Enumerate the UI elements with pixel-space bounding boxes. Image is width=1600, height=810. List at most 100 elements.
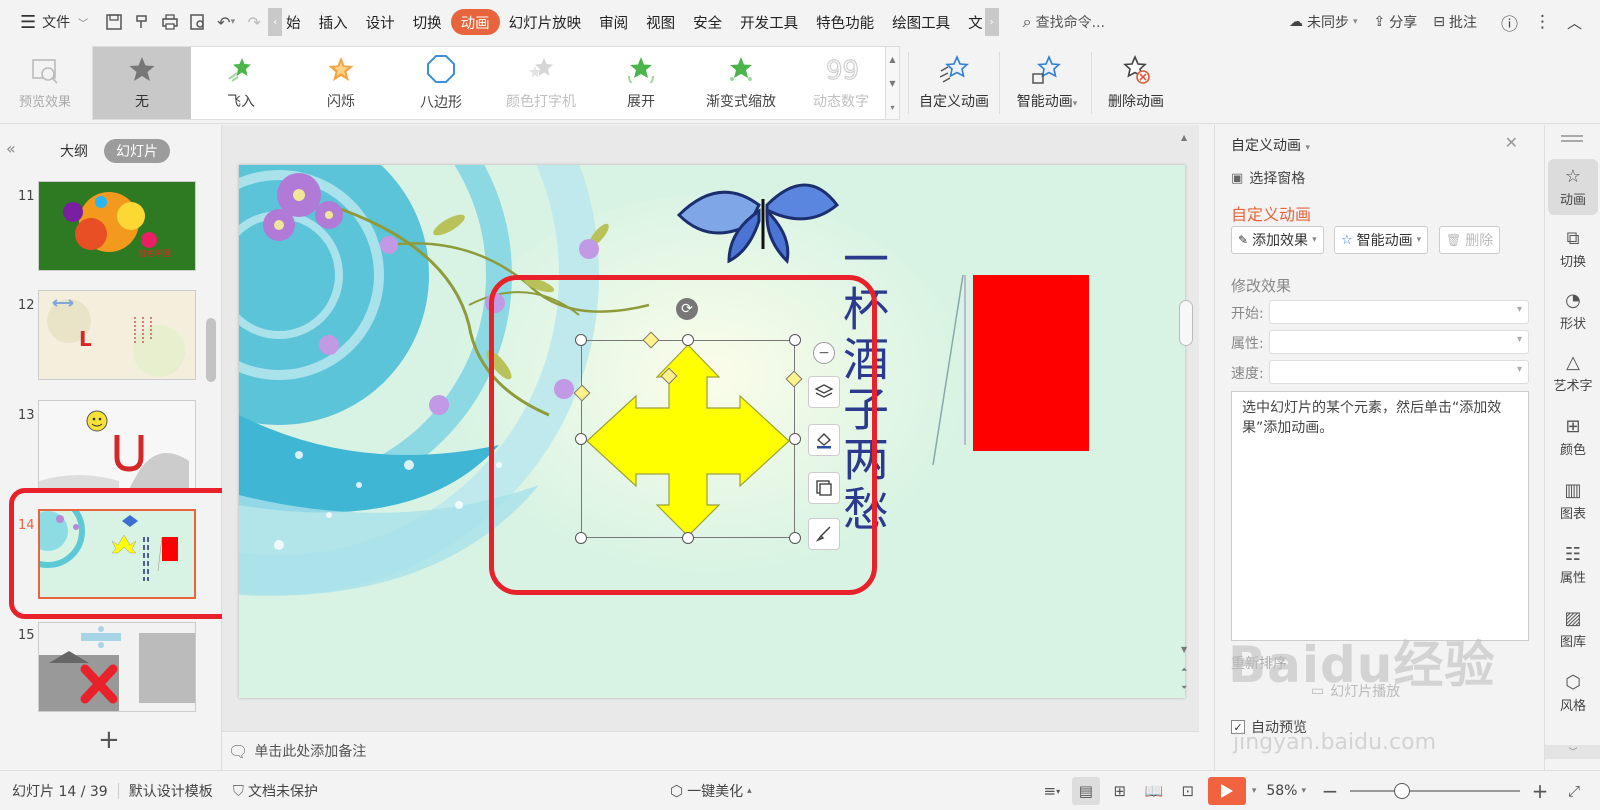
sidebar-item-shape[interactable]: ◔ 形状 — [1548, 283, 1598, 339]
share-icon: ⇪ — [1373, 14, 1386, 30]
selection-pane-link[interactable]: ▣ 选择窗格 — [1231, 168, 1305, 188]
sidebar-item-chart[interactable]: ▥ 图表 — [1548, 473, 1598, 529]
tab-slides[interactable]: 幻灯片 — [104, 139, 170, 163]
tab-transition[interactable]: 切换 — [404, 9, 451, 35]
slide-thumbnail-15[interactable] — [38, 622, 196, 712]
preview-effect-button[interactable]: 预览效果 — [8, 48, 82, 118]
zoom-level[interactable]: 58% ▾ — [1262, 783, 1310, 799]
chevron-down-icon[interactable]: ▾ — [1252, 786, 1257, 796]
tab-scroll-left-icon[interactable]: ‹ — [268, 8, 283, 36]
scroll-down-icon[interactable]: ▼ — [889, 79, 895, 88]
sidebar-item-color[interactable]: ⊞ 颜色 — [1548, 409, 1598, 465]
zoom-slider[interactable] — [1350, 783, 1520, 799]
document-protection[interactable]: ⛉ 文档未保护 — [223, 781, 328, 801]
delete-animation-button[interactable]: 删除动画 — [1094, 48, 1178, 118]
effect-expand[interactable]: 展开 — [591, 47, 691, 119]
sidebar-item-animation[interactable]: ☆ 动画 — [1548, 159, 1598, 215]
slide-sorter-icon[interactable]: ⊞ — [1106, 777, 1134, 805]
tab-animation[interactable]: 动画 — [450, 9, 500, 35]
slide-thumbnail-11[interactable]: 红色中国 — [38, 181, 196, 271]
zoom-in-icon[interactable]: + — [1526, 777, 1554, 805]
tab-slideshow[interactable]: 幻灯片放映 — [500, 9, 591, 35]
tab-outline[interactable]: 大纲 — [48, 139, 100, 163]
start-select[interactable] — [1269, 300, 1529, 324]
notes-toggle-icon[interactable]: ≡ ▾ — [1038, 777, 1066, 805]
normal-view-icon[interactable]: ▤ — [1071, 777, 1100, 805]
sidebar-item-transition[interactable]: ⧉ 切换 — [1548, 221, 1598, 277]
redo-icon[interactable]: ↷ — [240, 7, 268, 37]
undo-icon[interactable]: ↶ ▾ — [212, 7, 240, 37]
scroll-up-icon[interactable]: ▲ — [1181, 133, 1187, 142]
speed-select[interactable] — [1269, 360, 1529, 384]
tab-start[interactable]: 始 — [282, 9, 310, 35]
collapse-ribbon-icon[interactable]: ︿ — [1559, 12, 1590, 33]
reading-view-icon[interactable]: 📖 — [1140, 777, 1168, 805]
play-slideshow-button[interactable] — [1207, 777, 1246, 805]
tab-drawing-tools[interactable]: 绘图工具 — [883, 9, 959, 35]
search-command[interactable]: ⌕ 查找命令... — [1015, 12, 1113, 32]
tab-features[interactable]: 特色功能 — [807, 9, 883, 35]
add-slide-button[interactable]: + — [98, 725, 120, 755]
effect-octagon[interactable]: 八边形 — [391, 47, 491, 119]
sidebar-item-style[interactable]: ⬡ 风格 — [1548, 665, 1598, 721]
effect-gradual-zoom[interactable]: 渐变式缩放 — [691, 47, 791, 119]
smart-animation-dropdown[interactable]: ☆ 智能动画 ▾ — [1334, 226, 1429, 254]
file-menu[interactable]: ☰ 文件 ﹀ — [14, 7, 94, 37]
gallery-scroll[interactable]: ▲ ▼ ▾ — [885, 47, 899, 119]
presenter-view-icon[interactable]: ⊡ — [1174, 777, 1202, 805]
comment-button[interactable]: ⊟ 批注 — [1425, 12, 1485, 32]
tab-insert[interactable]: 插入 — [310, 9, 357, 35]
next-slide-icon[interactable]: ⏷ — [1181, 683, 1187, 693]
custom-animation-button[interactable]: 自定义动画 — [912, 48, 996, 118]
tab-security[interactable]: 安全 — [684, 9, 731, 35]
effect-color-typewriter: 颜色打字机 — [491, 47, 591, 119]
collapse-panel-icon[interactable]: « — [6, 139, 16, 158]
sidebar-scroll-down-icon[interactable]: ﹀ — [1545, 745, 1600, 759]
scroll-thumb[interactable] — [1179, 300, 1193, 346]
sidebar-item-gallery[interactable]: ▨ 图库 — [1548, 601, 1598, 657]
effect-label: 无 — [135, 94, 149, 110]
slide-panel-scrollbar[interactable] — [206, 318, 216, 382]
print-preview-icon[interactable] — [184, 7, 212, 37]
sidebar-item-wordart[interactable]: △ 艺术字 — [1548, 345, 1598, 401]
gallery-expand-icon[interactable]: ▾ — [890, 103, 894, 112]
tab-design[interactable]: 设计 — [357, 9, 404, 35]
notes-bar[interactable]: 🗨 单击此处添加备注 — [222, 731, 1199, 770]
slide-thumbnail-12[interactable]: L — [38, 290, 196, 380]
more-icon[interactable]: ⋮ — [1526, 12, 1559, 32]
tab-view[interactable]: 视图 — [637, 9, 684, 35]
tab-scroll-right-icon[interactable]: › — [984, 8, 999, 36]
scroll-up-icon[interactable]: ▲ — [889, 55, 895, 64]
tab-text[interactable]: 文 — [959, 9, 985, 35]
close-icon[interactable]: ✕ — [1505, 133, 1518, 152]
add-effect-button[interactable]: ✎ 添加效果 ▾ — [1231, 226, 1324, 254]
share-button[interactable]: ⇪ 分享 — [1366, 12, 1426, 32]
zoom-slider-knob[interactable] — [1394, 783, 1410, 799]
prev-slide-icon[interactable]: ⏶ — [1181, 665, 1187, 675]
sync-button[interactable]: ☁ 未同步 ▾ — [1281, 12, 1366, 32]
pane-title[interactable]: 自定义动画 ▾ — [1231, 135, 1310, 155]
zoom-out-icon[interactable]: − — [1316, 777, 1344, 805]
scroll-down-icon[interactable]: ▼ — [1181, 645, 1187, 654]
print-icon[interactable] — [156, 7, 184, 37]
ribbon-divider — [999, 52, 1000, 114]
beautify-button[interactable]: ⬡ 一键美化 ▴ — [660, 781, 762, 801]
sidebar-item-property[interactable]: ☷ 属性 — [1548, 537, 1598, 593]
property-select[interactable] — [1269, 330, 1529, 354]
save-icon[interactable] — [100, 7, 128, 37]
tab-developer[interactable]: 开发工具 — [731, 9, 807, 35]
effect-flash[interactable]: 闪烁 — [291, 47, 391, 119]
fit-window-icon[interactable]: ⤢ — [1560, 777, 1588, 805]
format-painter-icon[interactable] — [128, 7, 156, 37]
canvas-scrollbar[interactable]: ▲ ▼ ⏶ ⏷ — [1179, 125, 1193, 731]
slide-thumbnail-13[interactable] — [38, 400, 196, 490]
design-template-link[interactable]: 默认设计模板 — [119, 781, 223, 801]
sidebar-menu-icon[interactable] — [1561, 135, 1583, 137]
animation-list[interactable]: 选中幻灯片的某个元素，然后单击“添加效果”添加动画。 — [1231, 391, 1529, 641]
effect-none[interactable]: 无 — [93, 47, 191, 119]
effect-fly-in[interactable]: 飞入 — [191, 47, 291, 119]
tab-review[interactable]: 审阅 — [590, 9, 637, 35]
sidebar-item-label: 属性 — [1559, 570, 1586, 586]
help-icon[interactable]: ⓘ — [1493, 10, 1526, 35]
smart-animation-button[interactable]: 智能动画▾ — [1004, 48, 1090, 118]
